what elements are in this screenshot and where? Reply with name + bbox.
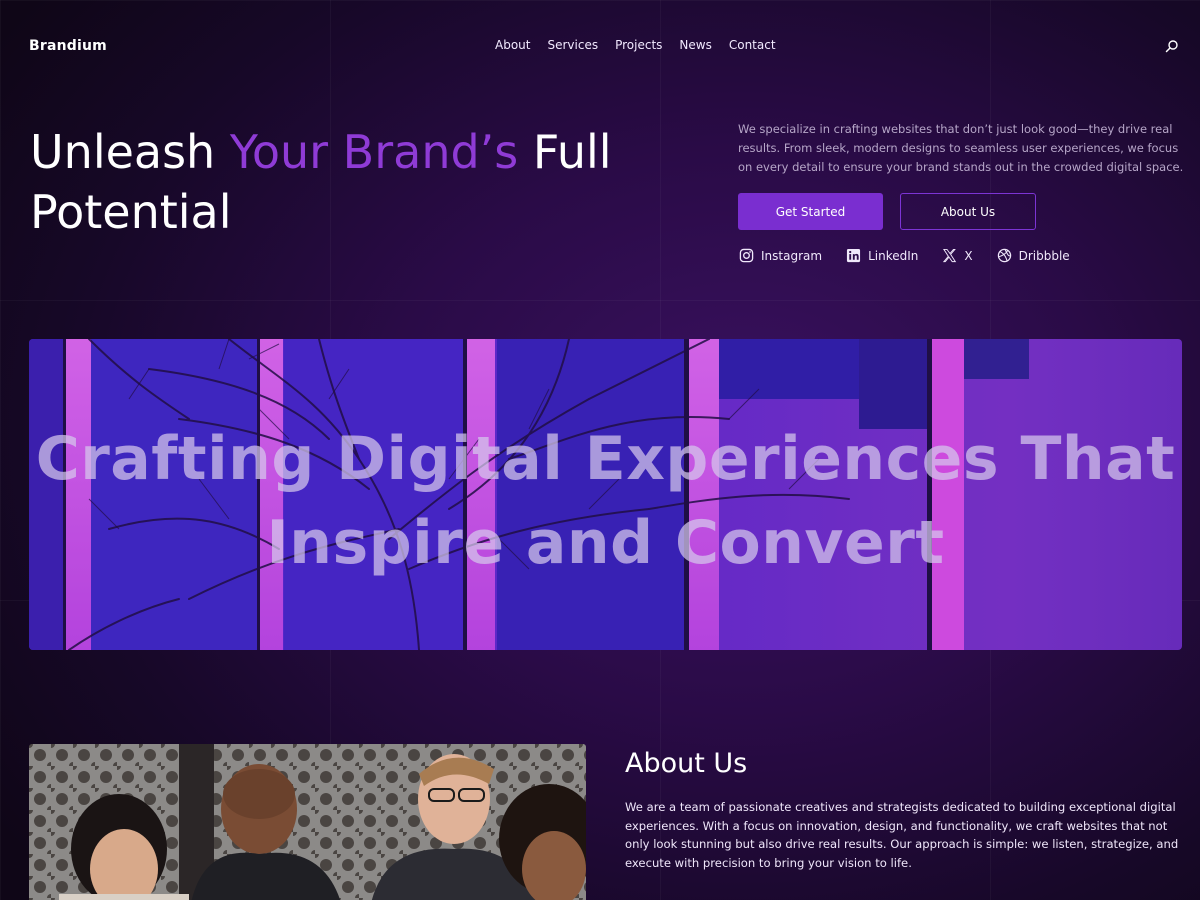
hero-title-accent: Your Brand’s xyxy=(229,125,519,179)
social-links: Instagram LinkedIn X Dribbble xyxy=(739,248,1070,263)
social-label-dribbble: Dribbble xyxy=(1018,248,1070,263)
social-label-x: X xyxy=(964,248,973,263)
instagram-icon xyxy=(739,248,754,263)
about-title: About Us xyxy=(625,748,748,779)
hero-title-part1: Unleash xyxy=(30,125,230,179)
hero-title: Unleash Your Brand’s Full Potential xyxy=(30,122,670,242)
nav-links: About Services Projects News Contact xyxy=(495,38,776,52)
social-label-instagram: Instagram xyxy=(761,248,823,263)
hero-banner-image: Crafting Digital Experiences That Inspir… xyxy=(29,339,1182,650)
get-started-button[interactable]: Get Started xyxy=(738,193,883,230)
social-label-linkedin: LinkedIn xyxy=(868,248,919,263)
social-link-instagram[interactable]: Instagram xyxy=(739,248,822,263)
nav-link-projects[interactable]: Projects xyxy=(615,38,662,52)
search-icon[interactable] xyxy=(1164,38,1180,54)
nav-link-contact[interactable]: Contact xyxy=(729,38,776,52)
linkedin-icon xyxy=(846,248,861,263)
social-link-linkedin[interactable]: LinkedIn xyxy=(846,248,918,263)
x-icon xyxy=(942,248,957,263)
nav-link-news[interactable]: News xyxy=(679,38,711,52)
social-link-x[interactable]: X xyxy=(942,248,973,263)
hero-description: We specialize in crafting websites that … xyxy=(738,122,1184,174)
top-navigation: Brandium About Services Projects News Co… xyxy=(29,34,1180,58)
team-photo xyxy=(29,744,586,900)
banner-headline: Crafting Digital Experiences That Inspir… xyxy=(35,424,1176,578)
nav-link-services[interactable]: Services xyxy=(547,38,598,52)
about-us-button[interactable]: About Us xyxy=(900,193,1036,230)
team-photo-illustration xyxy=(29,744,586,900)
brand-logo[interactable]: Brandium xyxy=(29,38,107,54)
about-description: We are a team of passionate creatives an… xyxy=(625,800,1179,870)
nav-link-about[interactable]: About xyxy=(495,38,530,52)
dribbble-icon xyxy=(997,248,1012,263)
social-link-dribbble[interactable]: Dribbble xyxy=(997,248,1070,263)
